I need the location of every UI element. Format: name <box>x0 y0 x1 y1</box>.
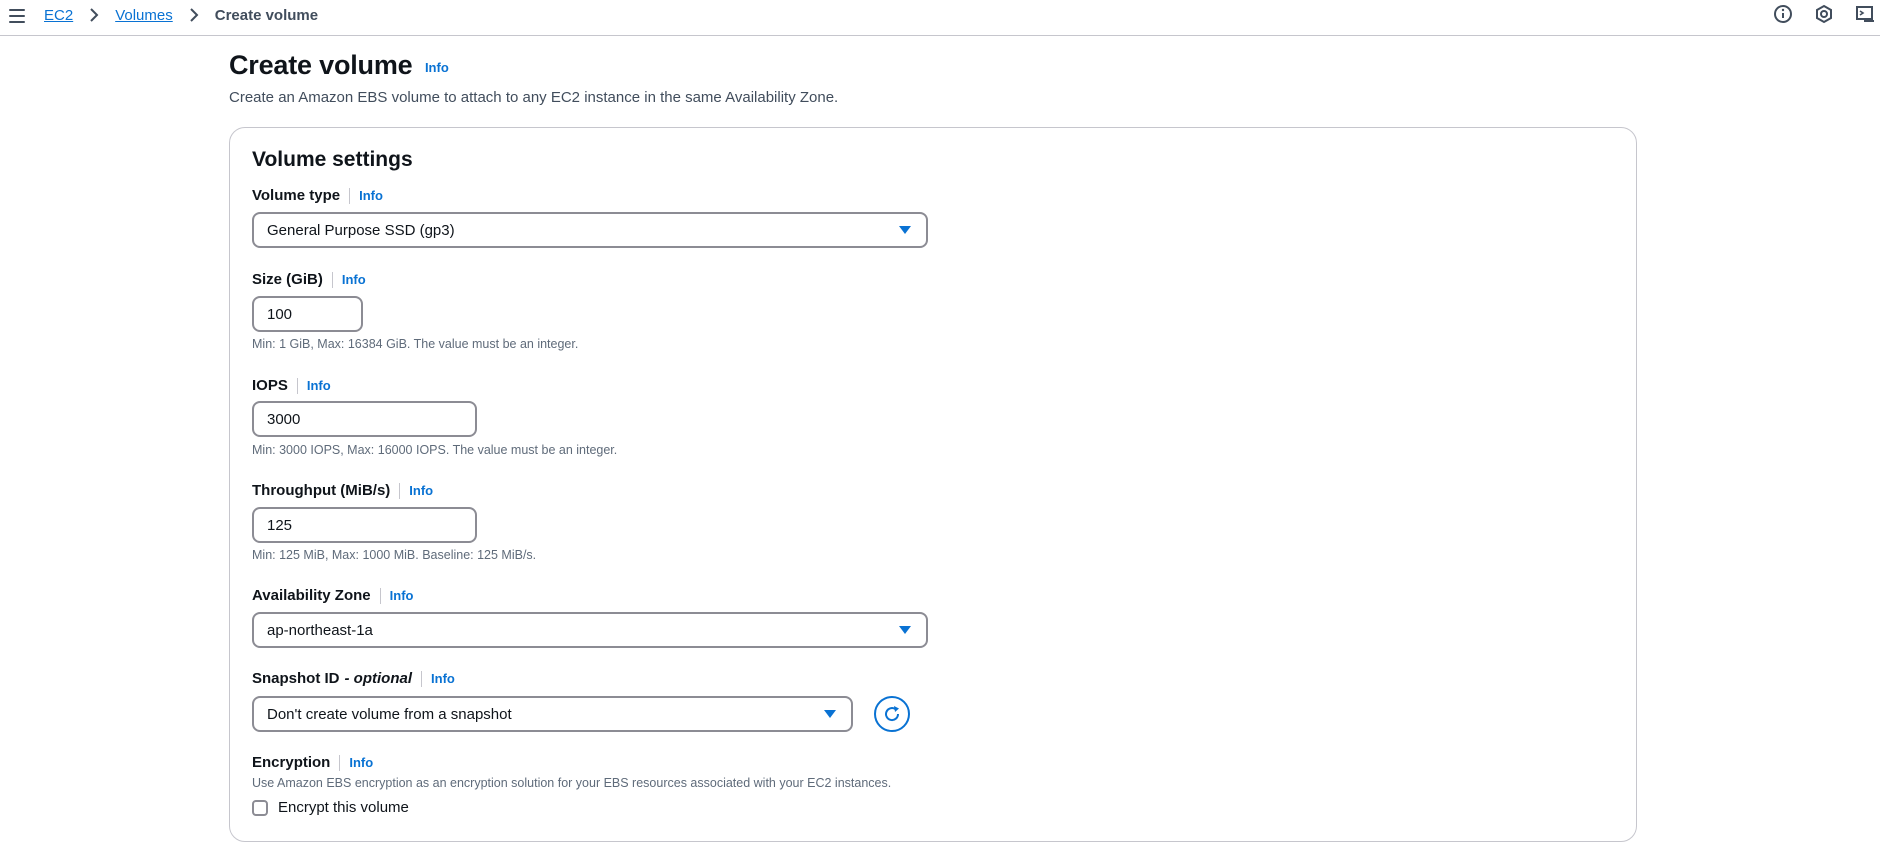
section-title: Volume settings <box>252 148 413 171</box>
snapshot-info-link[interactable]: Info <box>431 671 455 686</box>
breadcrumb-volumes-link[interactable]: Volumes <box>115 7 173 24</box>
throughput-info-link[interactable]: Info <box>409 483 433 498</box>
throughput-hint: Min: 125 MiB, Max: 1000 MiB. Baseline: 1… <box>252 548 537 562</box>
volume-type-label: Volume type Info <box>252 187 383 204</box>
iops-label-text: IOPS <box>252 377 288 394</box>
iops-info-link[interactable]: Info <box>307 378 331 393</box>
iops-label: IOPS Info <box>252 377 331 394</box>
label-divider <box>421 670 423 687</box>
breadcrumb: EC2 Volumes Create volume <box>44 4 318 26</box>
volume-type-label-text: Volume type <box>252 187 341 204</box>
volume-type-select[interactable]: General Purpose SSD (gp3) <box>252 212 928 248</box>
snapshot-select[interactable]: Don't create volume from a snapshot <box>252 696 853 732</box>
throughput-value: 125 <box>267 516 293 534</box>
snapshot-label: Snapshot ID - optional Info <box>252 670 455 687</box>
label-divider <box>331 271 333 288</box>
snapshot-value: Don't create volume from a snapshot <box>267 705 512 723</box>
refresh-snapshots-button[interactable] <box>874 696 910 732</box>
label-divider <box>399 482 401 499</box>
encryption-info-link[interactable]: Info <box>349 755 373 770</box>
snapshot-optional-text: - optional <box>344 670 413 687</box>
chevron-right-icon <box>185 6 203 24</box>
availability-zone-value: ap-northeast-1a <box>267 621 373 639</box>
chevron-right-icon <box>85 6 103 24</box>
caret-down-icon <box>899 226 911 234</box>
encrypt-volume-row: Encrypt this volume <box>252 799 409 816</box>
label-divider <box>339 754 341 771</box>
size-info-link[interactable]: Info <box>342 272 366 287</box>
size-label-text: Size (GiB) <box>252 271 323 288</box>
settings-hex-icon[interactable] <box>1813 3 1835 25</box>
label-divider <box>349 187 351 204</box>
encryption-label-text: Encryption <box>252 754 331 771</box>
iops-value: 3000 <box>267 410 301 428</box>
encrypt-volume-label[interactable]: Encrypt this volume <box>278 799 409 816</box>
availability-zone-info-link[interactable]: Info <box>390 588 414 603</box>
caret-down-icon <box>824 710 836 718</box>
page-header: Create volume Info <box>229 50 449 81</box>
caret-down-icon <box>899 626 911 634</box>
iops-hint: Min: 3000 IOPS, Max: 16000 IOPS. The val… <box>252 443 618 457</box>
throughput-label-text: Throughput (MiB/s) <box>252 482 391 499</box>
encryption-description: Use Amazon EBS encryption as an encrypti… <box>252 776 892 790</box>
cloudshell-icon[interactable] <box>1854 3 1876 25</box>
refresh-icon <box>885 706 900 722</box>
size-label: Size (GiB) Info <box>252 271 366 288</box>
encryption-label: Encryption Info <box>252 754 373 771</box>
size-input[interactable]: 100 <box>252 296 363 332</box>
availability-zone-select[interactable]: ap-northeast-1a <box>252 612 928 648</box>
info-circle-icon[interactable] <box>1772 3 1794 25</box>
title-info-link[interactable]: Info <box>425 60 449 75</box>
volume-type-info-link[interactable]: Info <box>359 188 383 203</box>
encrypt-volume-checkbox[interactable] <box>252 799 268 816</box>
label-divider <box>296 377 298 394</box>
size-hint: Min: 1 GiB, Max: 16384 GiB. The value mu… <box>252 337 579 351</box>
availability-zone-label-text: Availability Zone <box>252 587 371 604</box>
size-value: 100 <box>267 305 293 323</box>
availability-zone-label: Availability Zone Info <box>252 587 413 604</box>
page-description: Create an Amazon EBS volume to attach to… <box>229 89 839 106</box>
throughput-label: Throughput (MiB/s) Info <box>252 482 433 499</box>
top-navigation-bar: EC2 Volumes Create volume <box>0 0 1880 36</box>
label-divider <box>379 587 381 604</box>
iops-input[interactable]: 3000 <box>252 401 477 437</box>
throughput-input[interactable]: 125 <box>252 507 477 543</box>
snapshot-label-text: Snapshot ID <box>252 670 340 687</box>
breadcrumb-current: Create volume <box>214 6 319 24</box>
volume-settings-panel: Volume settings Volume type Info General… <box>229 127 1637 842</box>
breadcrumb-ec2-link[interactable]: EC2 <box>44 7 73 24</box>
page-title: Create volume <box>229 50 413 80</box>
menu-icon[interactable] <box>6 5 28 27</box>
volume-type-value: General Purpose SSD (gp3) <box>267 221 455 239</box>
